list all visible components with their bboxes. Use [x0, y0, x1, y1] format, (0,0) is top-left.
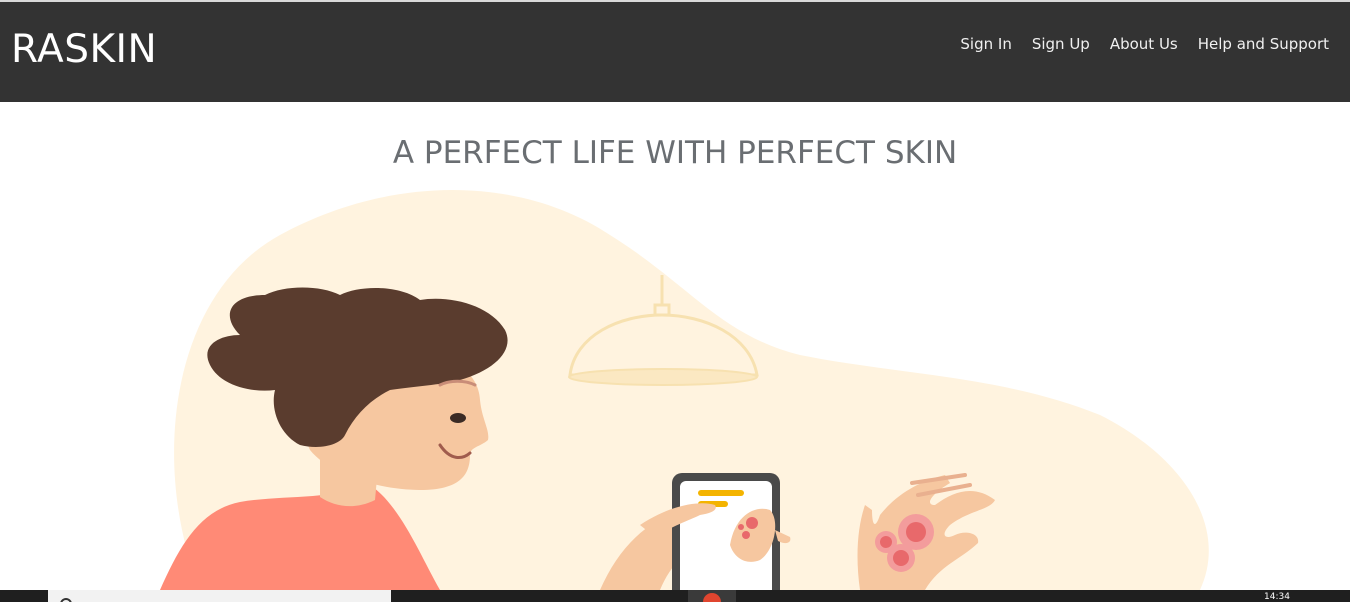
edge-icon[interactable] — [510, 594, 524, 602]
hero-illustration — [160, 190, 1209, 590]
office-icon[interactable] — [750, 594, 764, 602]
nav-sign-in[interactable]: Sign In — [960, 34, 1011, 54]
store-icon[interactable] — [606, 594, 620, 602]
taskbar-clock[interactable]: 14:34 — [1264, 593, 1290, 602]
os-taskbar: 14:34 — [0, 590, 1350, 602]
nav-links: Sign In Sign Up About Us Help and Suppor… — [960, 34, 1329, 54]
taskbar-active-app[interactable] — [688, 590, 736, 602]
nav-help-and-support[interactable]: Help and Support — [1198, 34, 1329, 54]
brand-logo[interactable]: RASKIN — [11, 27, 157, 73]
search-icon — [60, 598, 72, 602]
nav-sign-up[interactable]: Sign Up — [1032, 34, 1090, 54]
navbar: RASKIN Sign In Sign Up About Us Help and… — [0, 2, 1350, 102]
taskbar-search-box[interactable] — [48, 590, 391, 602]
file-explorer-icon[interactable] — [556, 594, 570, 602]
eye — [450, 413, 466, 423]
nav-about-us[interactable]: About Us — [1110, 34, 1178, 54]
mail-icon[interactable] — [656, 594, 670, 602]
vscode-icon[interactable] — [808, 594, 822, 602]
phone-icon — [672, 473, 780, 590]
